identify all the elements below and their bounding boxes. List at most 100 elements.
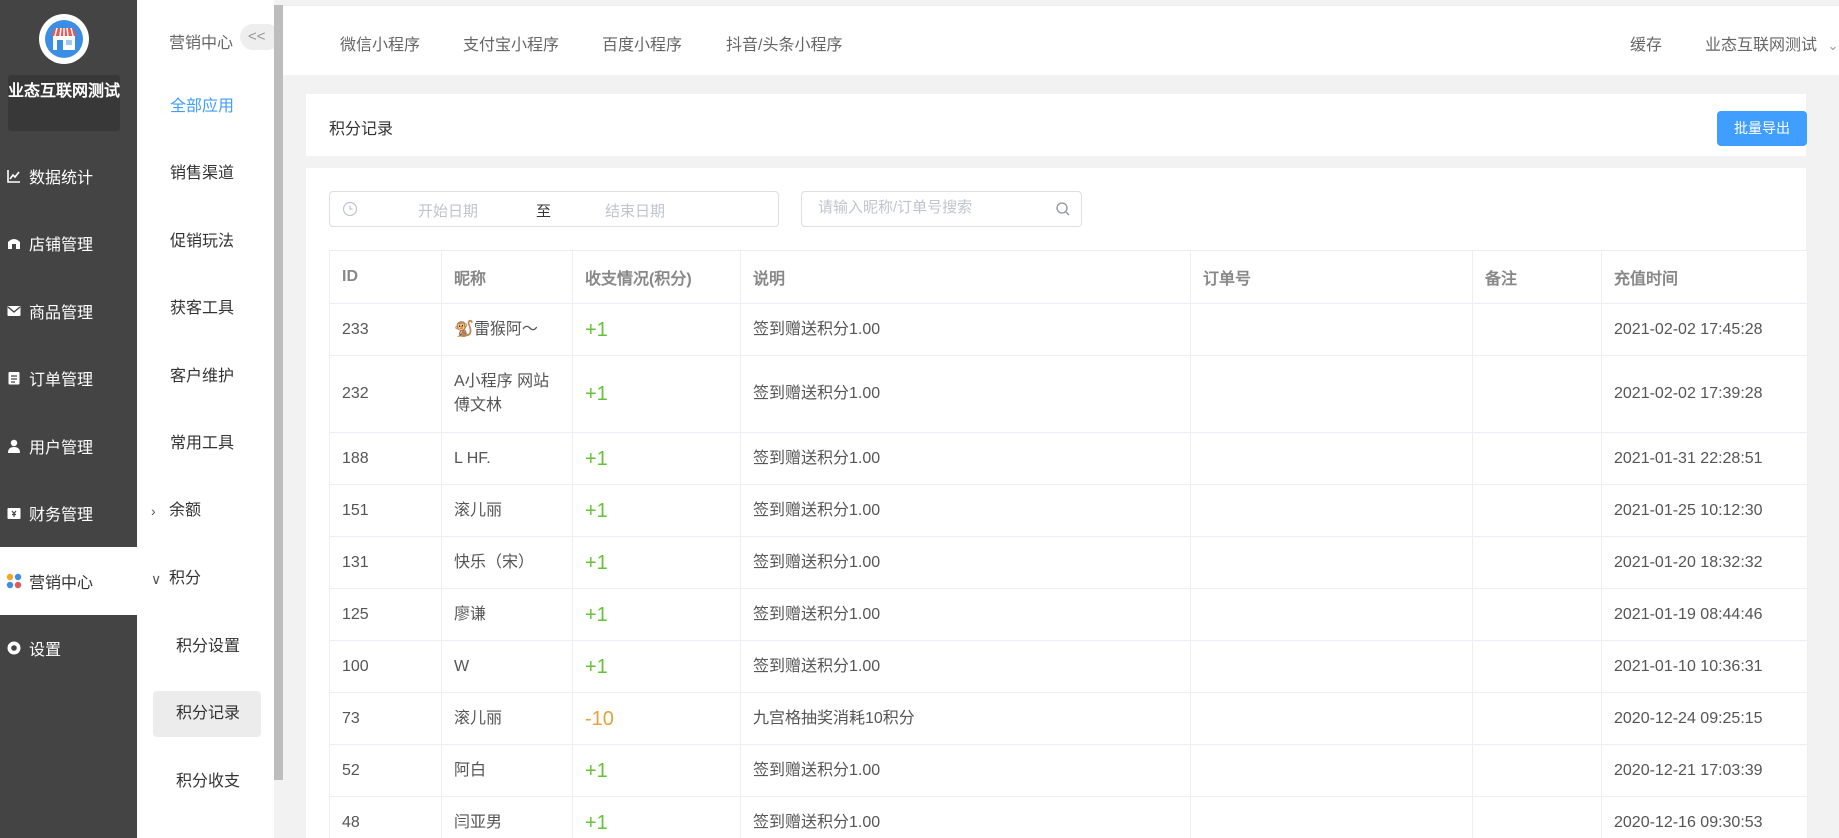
sidebar-item-label: 财务管理	[29, 507, 94, 524]
export-button[interactable]: 批量导出	[1717, 111, 1807, 146]
mail-icon	[5, 302, 23, 320]
search-input[interactable]	[818, 199, 1048, 216]
clipboard-icon	[5, 369, 23, 387]
subnav-child-points-settings[interactable]: 积分设置	[153, 624, 261, 670]
user-menu[interactable]: 业态互联网测试 ⌄	[1705, 31, 1838, 55]
subnav-child-points-ledger[interactable]: 积分收支	[153, 759, 261, 805]
sidebar-item-users[interactable]: 用户管理	[0, 412, 137, 480]
page-title: 积分记录	[329, 121, 394, 138]
column-header-nickname: 昵称	[441, 250, 573, 304]
cell-remark	[1472, 692, 1602, 745]
marketing-icon	[5, 572, 23, 590]
cell-remark	[1472, 640, 1602, 693]
range-separator: 至	[536, 203, 552, 220]
subnav-child-points-records[interactable]: 积分记录	[153, 691, 261, 737]
cell-description: 签到赠送积分1.00	[740, 432, 1191, 485]
subnav-item-promotion[interactable]: 促销玩法	[137, 227, 274, 257]
cell-id: 100	[329, 640, 442, 693]
cell-id: 131	[329, 536, 442, 589]
subnav-item-points[interactable]: ∨ 积分	[137, 564, 274, 594]
subnav-item-acquisition[interactable]: 获客工具	[137, 294, 274, 324]
date-range-picker[interactable]: 开始日期 至 结束日期	[329, 191, 779, 227]
cell-remark	[1472, 744, 1602, 797]
tab-alipay[interactable]: 支付宝小程序	[463, 31, 559, 55]
tab-douyin[interactable]: 抖音/头条小程序	[726, 31, 842, 55]
cell-time: 2020-12-24 09:25:15	[1601, 692, 1808, 745]
cell-remark	[1472, 588, 1602, 641]
cell-time: 2021-02-02 17:45:28	[1601, 303, 1808, 356]
sidebar-item-orders[interactable]: 订单管理	[0, 344, 137, 412]
chevron-right-icon: ›	[151, 503, 156, 519]
cell-description: 签到赠送积分1.00	[740, 303, 1191, 356]
cell-description: 签到赠送积分1.00	[740, 355, 1191, 433]
table-row: 100 W +1 签到赠送积分1.00 2021-01-10 10:36:31	[329, 640, 1808, 693]
table-row: 52 阿白 +1 签到赠送积分1.00 2020-12-21 17:03:39	[329, 744, 1808, 797]
sidebar-item-finance[interactable]: 财务管理	[0, 479, 137, 547]
sidebar-item-label: 订单管理	[29, 372, 94, 389]
cell-time: 2021-01-20 18:32:32	[1601, 536, 1808, 589]
cell-nickname: 阿白	[441, 744, 573, 797]
cell-description: 签到赠送积分1.00	[740, 640, 1191, 693]
cell-id: 232	[329, 355, 442, 433]
search-icon[interactable]	[1055, 201, 1071, 222]
finance-icon	[5, 504, 23, 522]
table-header-row: ID 昵称 收支情况(积分) 说明 订单号 备注 充值时间	[329, 250, 1808, 304]
cell-order	[1190, 536, 1473, 589]
chevron-down-icon: ∨	[151, 571, 162, 587]
column-header-amount: 收支情况(积分)	[572, 250, 741, 304]
cell-description: 签到赠送积分1.00	[740, 536, 1191, 589]
cell-remark	[1472, 432, 1602, 485]
subnav-item-all-apps[interactable]: 全部应用	[137, 92, 274, 122]
sub-sidebar-scrollbar[interactable]	[274, 5, 283, 780]
sidebar-item-goods[interactable]: 商品管理	[0, 277, 137, 345]
cell-description: 签到赠送积分1.00	[740, 588, 1191, 641]
cell-time: 2020-12-16 09:30:53	[1601, 796, 1808, 838]
sidebar-item-settings[interactable]: 设置	[0, 614, 137, 682]
tab-wechat[interactable]: 微信小程序	[340, 31, 420, 55]
start-date-input[interactable]: 开始日期	[418, 200, 478, 221]
cell-amount: +1	[572, 588, 741, 641]
sidebar-item-label: 数据统计	[29, 170, 94, 187]
subnav-item-sales-channel[interactable]: 销售渠道	[137, 159, 274, 189]
cell-time: 2021-02-02 17:39:28	[1601, 355, 1808, 433]
sub-sidebar-header: 营销中心 <<	[137, 0, 280, 74]
column-header-time: 充值时间	[1601, 250, 1808, 304]
column-header-id: ID	[329, 250, 442, 304]
cell-id: 233	[329, 303, 442, 356]
subnav-item-common-tools[interactable]: 常用工具	[137, 429, 274, 459]
cell-id: 52	[329, 744, 442, 797]
cell-remark	[1472, 484, 1602, 537]
cell-order	[1190, 432, 1473, 485]
cell-nickname: 滚儿丽	[441, 692, 573, 745]
cell-remark	[1472, 796, 1602, 838]
subnav-item-customer-care[interactable]: 客户维护	[137, 362, 274, 392]
tab-baidu[interactable]: 百度小程序	[602, 31, 682, 55]
subnav-item-label: 获客工具	[170, 300, 235, 317]
end-date-input[interactable]: 结束日期	[605, 200, 665, 221]
app-root: 业态互联网测试 数据统计店铺管理商品管理订单管理用户管理财务管理营销中心 设置 营…	[0, 0, 1839, 838]
sidebar-item-store[interactable]: 店铺管理	[0, 209, 137, 277]
clock-icon	[342, 201, 358, 221]
table-row: 73 滚儿丽 -10 九宫格抽奖消耗10积分 2020-12-24 09:25:15	[329, 692, 1808, 745]
cell-order	[1190, 796, 1473, 838]
sidebar-item-label: 店铺管理	[29, 237, 94, 254]
points-table: ID 昵称 收支情况(积分) 说明 订单号 备注 充值时间 233 🐒雷猴阿～ +1…	[329, 250, 1808, 838]
table-row: 151 滚儿丽 +1 签到赠送积分1.00 2021-01-25 10:12:30	[329, 484, 1808, 537]
cell-amount: +1	[572, 303, 741, 356]
cell-nickname: L HF.	[441, 432, 573, 485]
cell-nickname: 🐒雷猴阿～	[441, 303, 573, 356]
cell-order	[1190, 355, 1473, 433]
cache-link[interactable]: 缓存	[1630, 31, 1662, 55]
table-row: 125 廖谦 +1 签到赠送积分1.00 2021-01-19 08:44:46	[329, 588, 1808, 641]
cell-amount: +1	[572, 744, 741, 797]
cell-description: 九宫格抽奖消耗10积分	[740, 692, 1191, 745]
subnav-item-label: 常用工具	[170, 435, 235, 452]
cell-order	[1190, 588, 1473, 641]
subnav-item-balance[interactable]: › 余额	[137, 496, 274, 526]
sidebar-item-marketing[interactable]: 营销中心	[0, 547, 137, 615]
sidebar-item-stats[interactable]: 数据统计	[0, 142, 137, 210]
cell-order	[1190, 692, 1473, 745]
cell-time: 2021-01-25 10:12:30	[1601, 484, 1808, 537]
sidebar-item-label: 商品管理	[29, 305, 94, 322]
shop-name: 业态互联网测试	[8, 75, 120, 131]
